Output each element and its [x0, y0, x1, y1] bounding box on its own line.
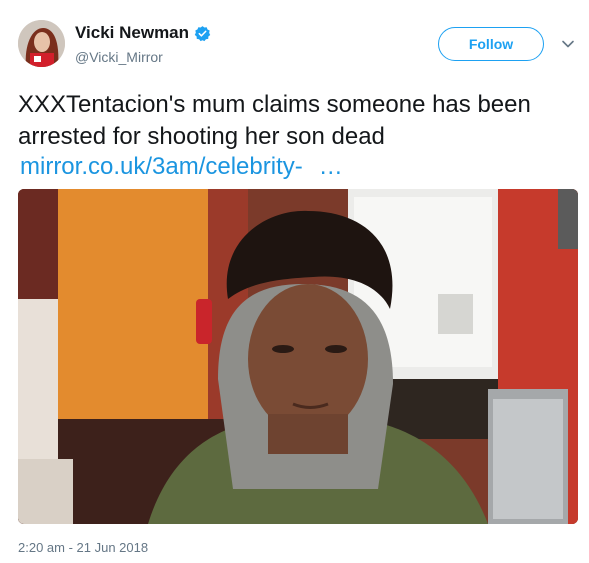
display-name[interactable]: Vicki Newman: [75, 23, 189, 43]
link-text: mirror.co.uk/3am/celebrity-: [20, 153, 303, 180]
photo-illustration: [18, 189, 578, 524]
chevron-down-icon[interactable]: [561, 37, 575, 51]
tweet-timestamp[interactable]: 2:20 am - 21 Jun 2018: [18, 540, 148, 555]
author-handle[interactable]: @Vicki_Mirror: [75, 49, 163, 65]
tweet-link[interactable]: mirror.co.uk/3am/celebrity- …: [20, 151, 343, 183]
author-name-row: Vicki Newman: [75, 23, 211, 43]
link-ellipsis: …: [318, 153, 343, 180]
verified-badge-icon: [194, 25, 211, 41]
follow-button[interactable]: Follow: [438, 27, 544, 61]
tweet-card: Vicki Newman @Vicki_Mirror Follow XXXTen…: [0, 0, 589, 563]
avatar[interactable]: [18, 20, 65, 67]
tweet-text: XXXTentacion's mum claims someone has be…: [18, 91, 531, 150]
tweet-photo[interactable]: [18, 189, 578, 524]
